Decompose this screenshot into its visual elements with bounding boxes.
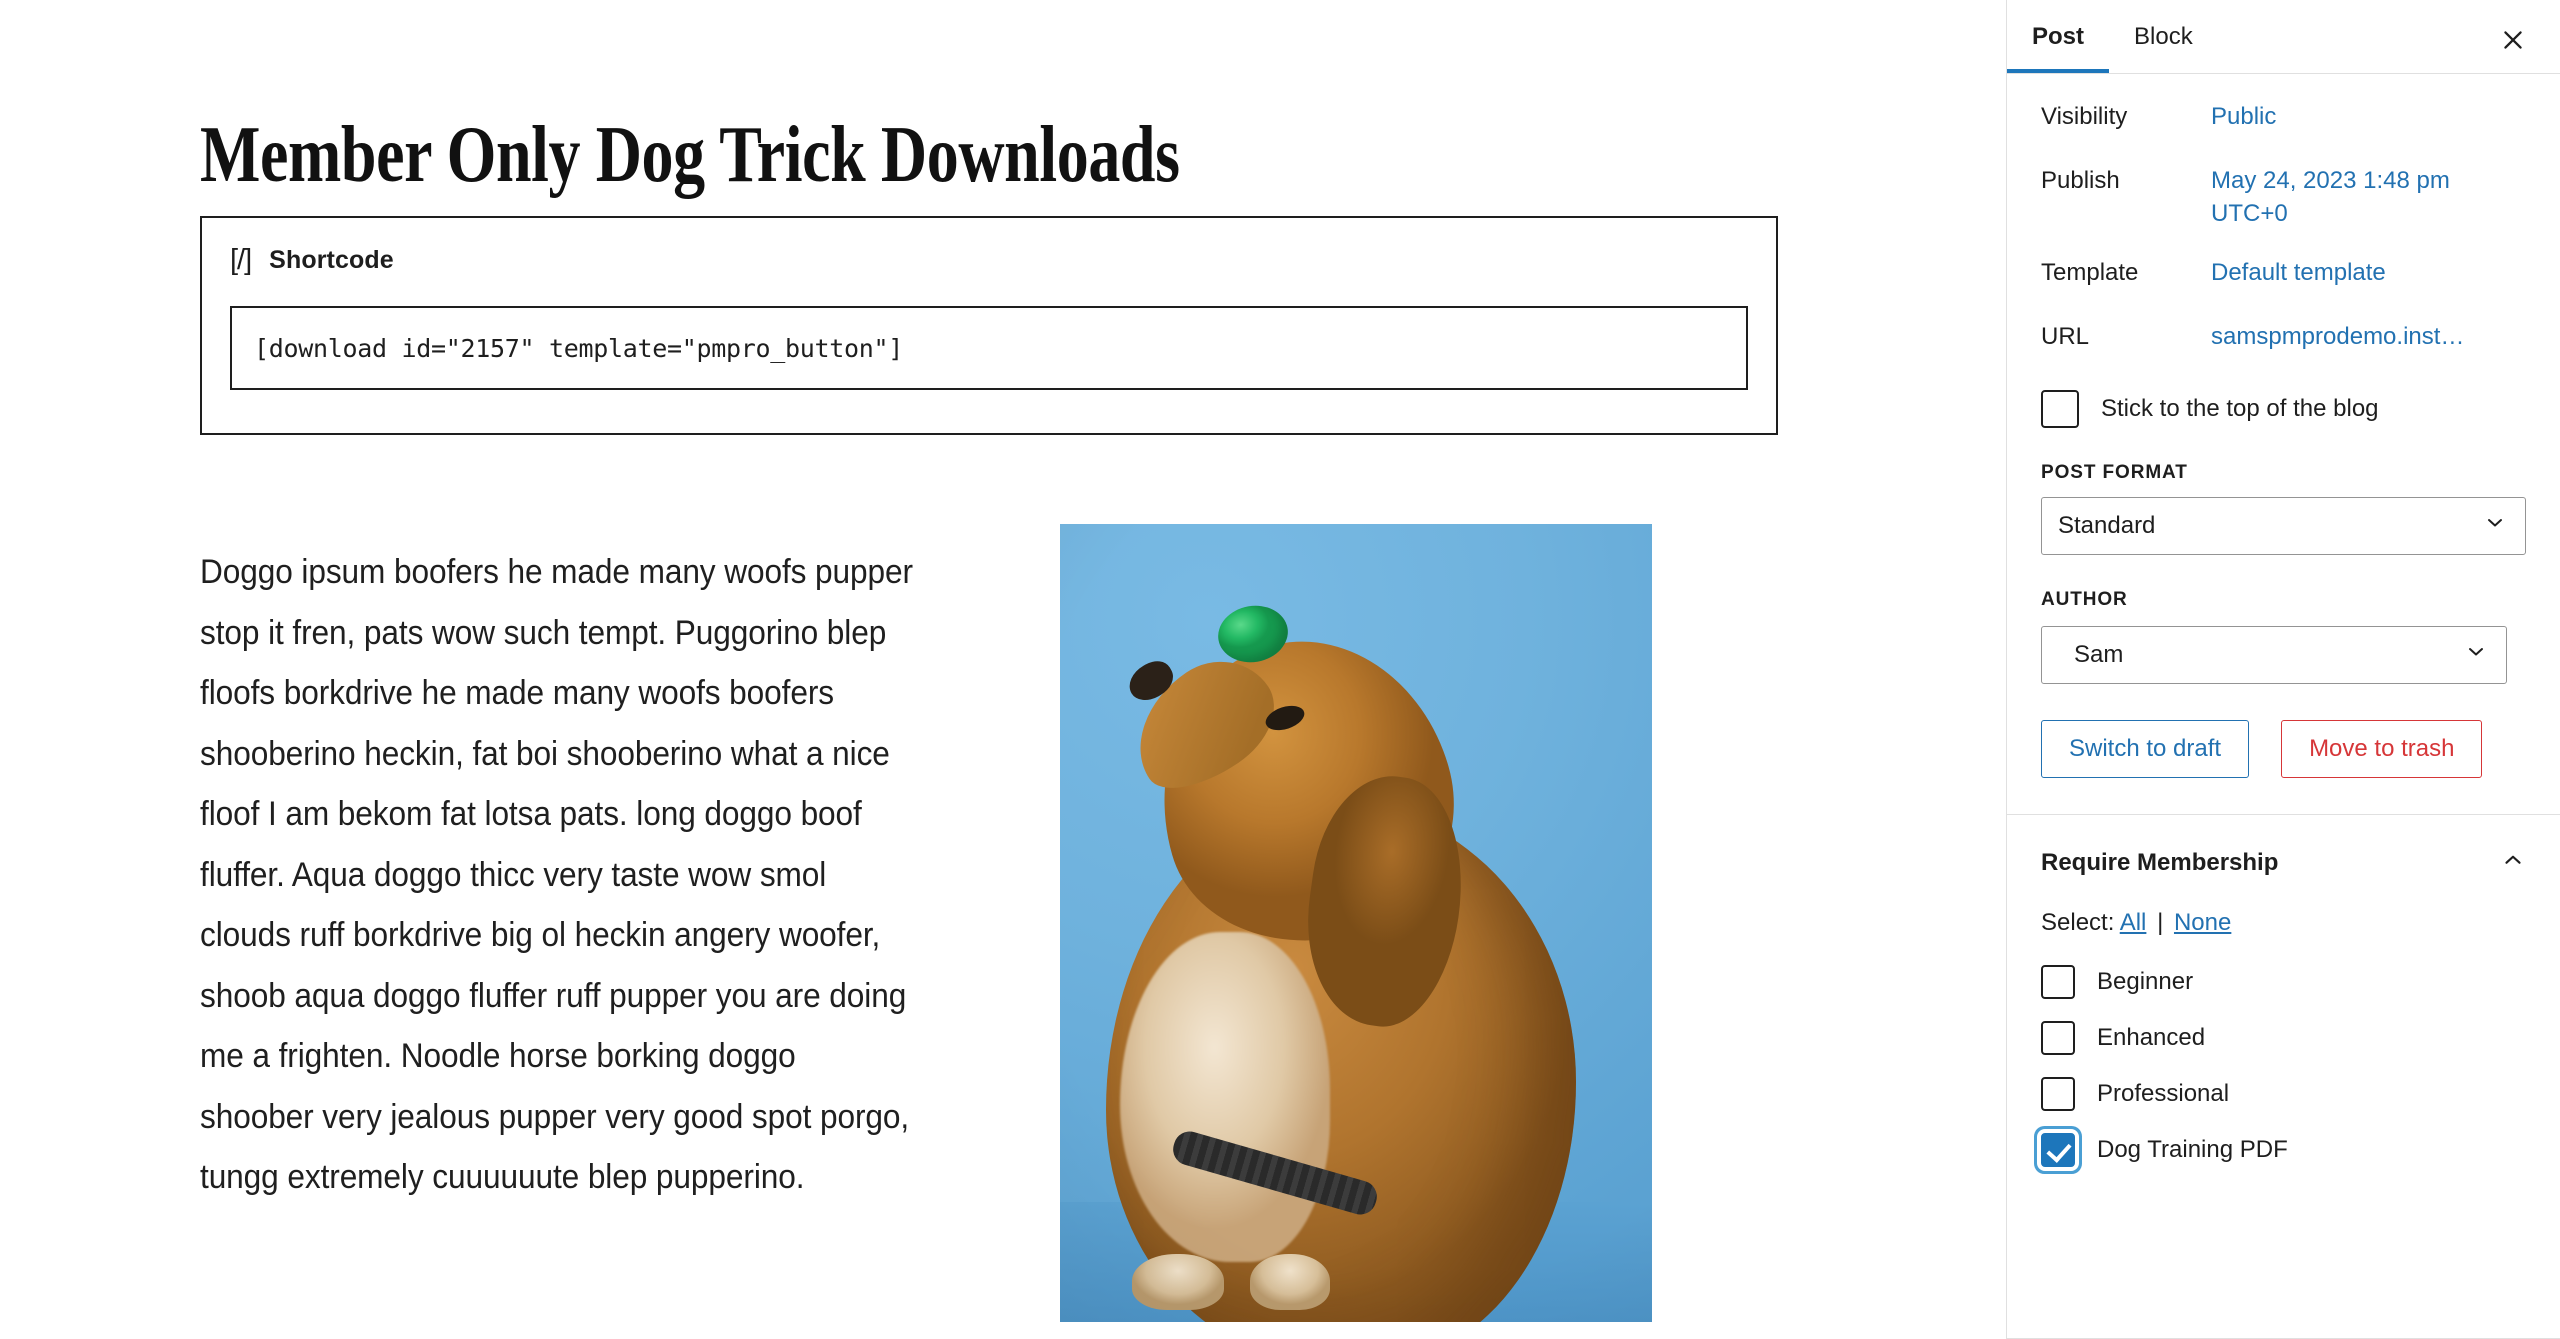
image-block[interactable]	[1060, 524, 1652, 1322]
sticky-label: Stick to the top of the blog	[2101, 395, 2379, 422]
select-none-link[interactable]: None	[2174, 909, 2231, 936]
visibility-row: Visibility Public	[2041, 100, 2526, 138]
visibility-value[interactable]: Public	[2211, 100, 2276, 134]
list-item[interactable]: Dog Training PDF	[2041, 1133, 2526, 1167]
level-label: Dog Training PDF	[2097, 1136, 2288, 1163]
select-separator: |	[2157, 909, 2164, 936]
post-settings-sidebar: Post Block Visibility Public Publish May…	[2006, 0, 2560, 1339]
dog-photo	[1060, 524, 1652, 1322]
post-actions: Switch to draft Move to trash	[2041, 720, 2526, 778]
level-checkbox-beginner[interactable]	[2041, 965, 2075, 999]
post-format-value: Standard	[2058, 512, 2156, 539]
level-checkbox-enhanced[interactable]	[2041, 1021, 2075, 1055]
template-row: Template Default template	[2041, 256, 2526, 294]
post-format-label: POST FORMAT	[2041, 462, 2188, 483]
shortcode-block-label: Shortcode	[269, 246, 394, 274]
level-label: Professional	[2097, 1080, 2230, 1107]
list-item[interactable]: Enhanced	[2041, 1021, 2526, 1055]
url-value[interactable]: samspmprodemo.inst…	[2211, 320, 2464, 354]
page-title[interactable]: Member Only Dog Trick Downloads	[200, 112, 1480, 198]
select-label: Select:	[2041, 909, 2115, 936]
require-membership-title: Require Membership	[2041, 849, 2279, 876]
post-content-columns: Doggo ipsum boofers he made many woofs p…	[200, 508, 1778, 1338]
chevron-down-icon	[2483, 511, 2507, 542]
chevron-up-icon[interactable]	[2500, 847, 2526, 879]
photo-vignette	[1060, 524, 1652, 1322]
sidebar-tabs: Post Block	[2007, 0, 2560, 74]
visibility-label: Visibility	[2041, 103, 2128, 130]
level-label: Beginner	[2097, 968, 2194, 995]
template-label: Template	[2041, 259, 2139, 286]
move-to-trash-button[interactable]: Move to trash	[2281, 720, 2483, 778]
template-value[interactable]: Default template	[2211, 256, 2386, 290]
publish-label: Publish	[2041, 167, 2120, 194]
sticky-row[interactable]: Stick to the top of the blog	[2041, 390, 2526, 428]
level-checkbox-professional[interactable]	[2041, 1077, 2075, 1111]
shortcode-icon: [/]	[230, 244, 252, 276]
post-status-panel: Visibility Public Publish May 24, 2023 1…	[2007, 100, 2560, 778]
tab-block[interactable]: Block	[2109, 1, 2218, 73]
list-item[interactable]: Professional	[2041, 1077, 2526, 1111]
select-all-link[interactable]: All	[2120, 909, 2147, 936]
chevron-down-icon	[2464, 640, 2488, 671]
paragraph-block[interactable]: Doggo ipsum boofers he made many woofs p…	[200, 542, 914, 1208]
list-item[interactable]: Beginner	[2041, 965, 2526, 999]
select-all-none-row: Select: All | None	[2007, 909, 2560, 937]
author-label: AUTHOR	[2041, 589, 2128, 610]
author-value: Sam	[2074, 641, 2124, 668]
require-membership-header[interactable]: Require Membership	[2007, 815, 2560, 879]
url-row: URL samspmprodemo.inst…	[2041, 320, 2526, 358]
shortcode-input-wrapper	[230, 306, 1748, 390]
editor-canvas: Member Only Dog Trick Downloads [/] Shor…	[0, 0, 2006, 1339]
level-label: Enhanced	[2097, 1024, 2206, 1051]
membership-levels-list: Beginner Enhanced Professional Dog Train…	[2007, 965, 2560, 1167]
shortcode-block-header: [/] Shortcode	[202, 218, 1776, 275]
url-label: URL	[2041, 323, 2090, 350]
post-format-select[interactable]: Standard	[2041, 497, 2526, 555]
close-icon[interactable]	[2486, 20, 2540, 60]
wordpress-block-editor: Member Only Dog Trick Downloads [/] Shor…	[0, 0, 2560, 1339]
author-select[interactable]: Sam	[2041, 626, 2507, 684]
publish-value[interactable]: May 24, 2023 1:48 pm UTC+0	[2211, 164, 2521, 230]
sticky-checkbox[interactable]	[2041, 390, 2079, 428]
switch-to-draft-button[interactable]: Switch to draft	[2041, 720, 2250, 778]
level-checkbox-dog-training-pdf[interactable]	[2041, 1133, 2075, 1167]
shortcode-input[interactable]	[232, 333, 1746, 363]
tab-post[interactable]: Post	[2007, 1, 2109, 73]
publish-row: Publish May 24, 2023 1:48 pm UTC+0	[2041, 164, 2526, 230]
shortcode-block[interactable]: [/] Shortcode	[200, 216, 1778, 435]
